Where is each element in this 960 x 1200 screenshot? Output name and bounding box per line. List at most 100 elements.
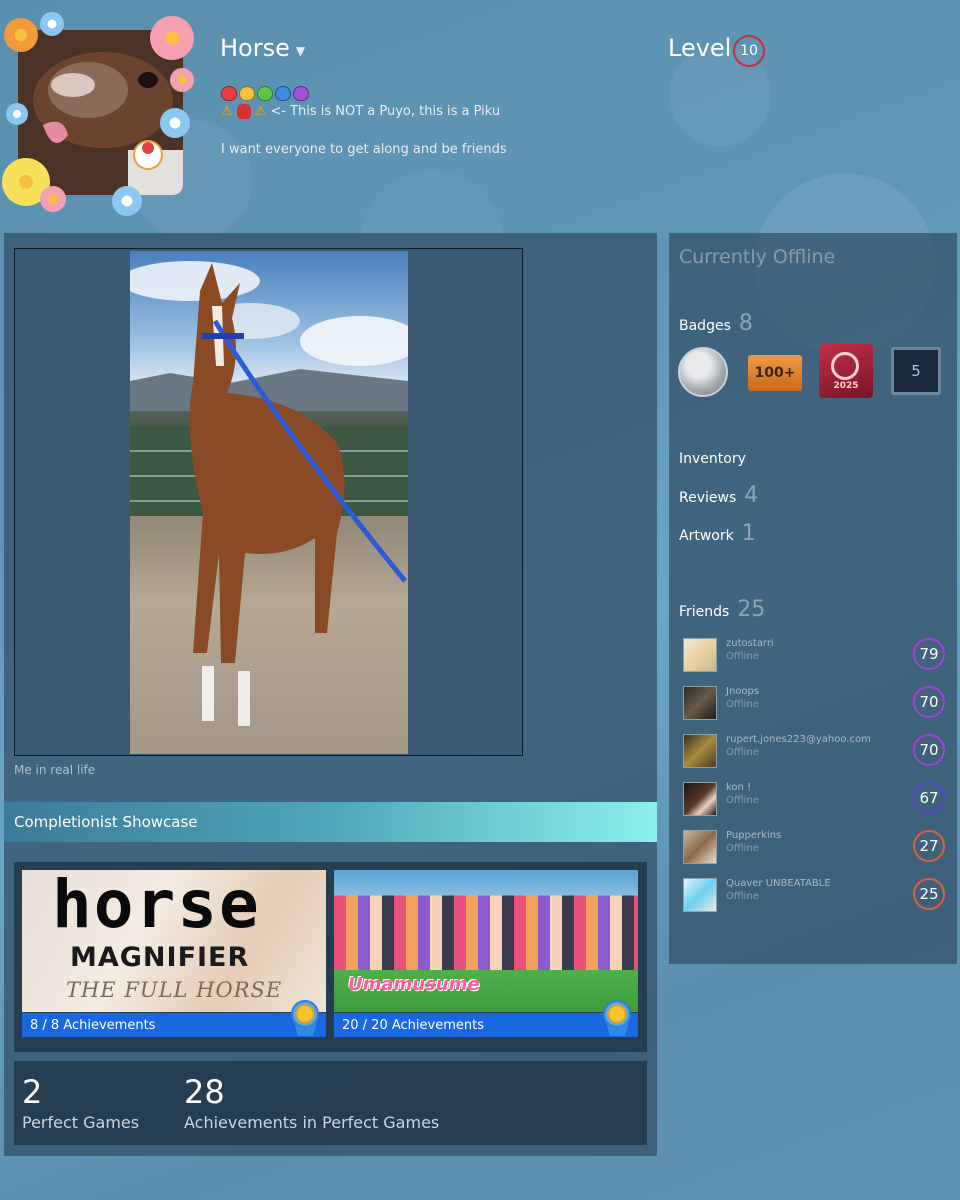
friend-avatar (683, 782, 717, 816)
artwork-image[interactable] (130, 251, 408, 754)
friend-avatar (683, 878, 717, 912)
artwork-caption: Me in real life (14, 763, 96, 777)
stat-label: Achievements in Perfect Games (184, 1113, 440, 1132)
completionist-stats: 2 Perfect Games 28 Achievements in Perfe… (14, 1061, 647, 1145)
game-capsule-image: Umamusume (334, 870, 638, 1012)
friend-item[interactable]: Quaver UNBEATABLE Offline 25 (683, 876, 945, 916)
friend-name: kon ! (726, 782, 752, 793)
friend-status: Offline (726, 795, 759, 806)
friend-item[interactable]: rupert.jones223@yahoo.com Offline 70 (683, 732, 945, 772)
status-line: ⚠ ⚠ <- This is NOT a Puyo, this is a Pik… (221, 104, 500, 119)
achievement-progress: 20 / 20 Achievements (334, 1013, 638, 1037)
artwork-link[interactable]: Artwork 1 (679, 521, 756, 546)
friend-name: rupert.jones223@yahoo.com (726, 734, 871, 745)
flower-decoration-icon (112, 186, 142, 216)
friend-avatar (683, 830, 717, 864)
friend-avatar (683, 734, 717, 768)
game-capsule-image: horse MAGNIFIER THE FULL HORSE (22, 870, 326, 1012)
game-logo: Umamusume (348, 974, 480, 995)
flower-decoration-icon (4, 18, 38, 52)
friend-status: Offline (726, 747, 759, 758)
friend-level-badge: 27 (913, 830, 945, 862)
friend-item[interactable]: kon ! Offline 67 (683, 780, 945, 820)
level-badge[interactable]: 10 (733, 35, 765, 67)
friend-item[interactable]: Jnoops Offline 70 (683, 684, 945, 724)
game-art-tagline: THE FULL HORSE (66, 978, 283, 1002)
inventory-link[interactable]: Inventory (679, 451, 746, 467)
friend-name: Pupperkins (726, 830, 782, 841)
flower-decoration-icon (40, 186, 66, 212)
friend-status: Offline (726, 651, 759, 662)
puyo-emoticons (221, 86, 309, 101)
level-five-badge-icon[interactable]: 5 (891, 347, 941, 395)
persona-name-dropdown[interactable]: Horse ▼ (220, 34, 305, 62)
stat-value: 2 (22, 1073, 43, 1111)
stat-label: Perfect Games (22, 1113, 140, 1132)
friend-item[interactable]: Pupperkins Offline 27 (683, 828, 945, 868)
completion-medal-icon (288, 1000, 322, 1037)
perfect-games-stat: 2 Perfect Games (22, 1073, 139, 1132)
reviews-label: Reviews (679, 490, 737, 506)
level-label: Level (668, 34, 732, 62)
game-tile-horse-magnifier[interactable]: horse MAGNIFIER THE FULL HORSE 8 / 8 Ach… (22, 870, 326, 1037)
status-line-text: <- This is NOT a Puyo, this is a Piku (270, 104, 501, 119)
friend-status: Offline (726, 891, 759, 902)
hundred-plus-badge-icon[interactable]: 100+ (748, 355, 802, 391)
friend-status: Offline (726, 843, 759, 854)
red-puyo-icon (221, 86, 237, 101)
profile-summary: I want everyone to get along and be frie… (221, 142, 507, 157)
yellow-puyo-icon (239, 86, 255, 101)
friend-status: Offline (726, 699, 759, 710)
purple-puyo-icon (293, 86, 309, 101)
completionist-games: horse MAGNIFIER THE FULL HORSE 8 / 8 Ach… (14, 862, 647, 1052)
flower-decoration-icon (160, 108, 190, 138)
stat-value: 28 (184, 1073, 225, 1111)
friend-level-badge: 67 (913, 782, 945, 814)
game-art-title: horse (52, 870, 261, 943)
friend-level-badge: 70 (913, 686, 945, 718)
achievement-progress: 8 / 8 Achievements (22, 1013, 326, 1037)
game-art-subtitle: MAGNIFIER (70, 942, 250, 973)
profile-sidebar: Currently Offline Badges 8 100+ 2025 5 I… (669, 233, 957, 964)
friends-label: Friends (679, 604, 730, 620)
friend-level-badge: 25 (913, 878, 945, 910)
blue-puyo-icon (275, 86, 291, 101)
piku-icon (236, 104, 251, 119)
main-content-panel: Me in real life Completionist Showcase h… (4, 233, 657, 1156)
friend-avatar (683, 638, 717, 672)
perfect-achievements-stat: 28 Achievements in Perfect Games (184, 1073, 439, 1132)
flower-decoration-icon (150, 16, 194, 60)
steam-2025-badge-icon[interactable]: 2025 (819, 344, 873, 398)
avatar[interactable] (0, 8, 205, 216)
badges-label: Badges (679, 318, 731, 334)
chevron-down-icon: ▼ (295, 44, 306, 58)
reviews-count: 4 (744, 483, 759, 508)
showcase-title: Completionist Showcase (4, 802, 657, 842)
friend-level-badge: 70 (913, 734, 945, 766)
flower-decoration-icon (170, 68, 194, 92)
friend-name: Jnoops (726, 686, 760, 697)
artwork-count: 1 (741, 521, 756, 546)
years-of-service-badge-icon[interactable] (678, 347, 728, 397)
green-puyo-icon (257, 86, 273, 101)
game-tile-umamusume[interactable]: Umamusume 20 / 20 Achievements (334, 870, 638, 1037)
friend-item[interactable]: zutostarri Offline 79 (683, 636, 945, 676)
friend-level-badge: 79 (913, 638, 945, 670)
artwork-label: Artwork (679, 528, 734, 544)
horse-photo-icon (130, 261, 408, 726)
flower-decoration-icon (40, 12, 64, 36)
persona-name: Horse (220, 34, 290, 62)
online-status: Currently Offline (679, 246, 836, 268)
friend-name: Quaver UNBEATABLE (726, 878, 831, 889)
steam-logo-icon (831, 352, 859, 380)
warning-icon: ⚠ (221, 104, 233, 119)
completion-medal-icon (600, 1000, 634, 1037)
badges-link[interactable]: Badges 8 (679, 311, 753, 336)
friend-avatar (683, 686, 717, 720)
friends-link[interactable]: Friends 25 (679, 597, 765, 622)
warning-icon: ⚠ (254, 104, 267, 119)
flower-decoration-icon (6, 103, 28, 125)
reviews-link[interactable]: Reviews 4 (679, 483, 758, 508)
friend-name: zutostarri (726, 638, 774, 649)
artwork-showcase[interactable] (14, 248, 523, 756)
